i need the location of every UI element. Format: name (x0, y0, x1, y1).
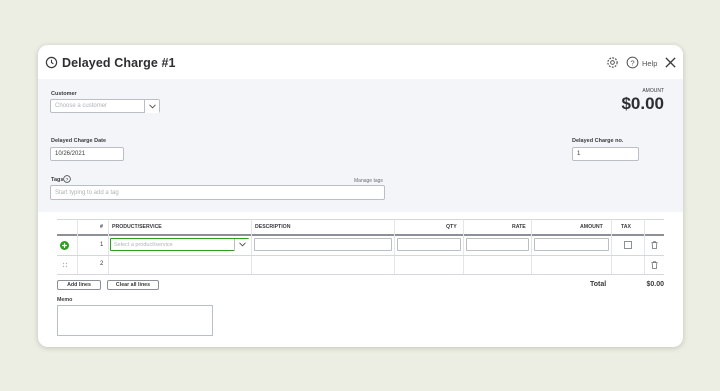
charge-no-value: 1 (577, 151, 581, 157)
total-value: $0.00 (646, 281, 664, 288)
col-divider (611, 219, 612, 275)
product-placeholder: Select a product/service (114, 241, 173, 248)
col-divider (251, 219, 252, 275)
col-header-description: DESCRIPTION (255, 224, 291, 230)
date-field[interactable]: 10/26/2021 (50, 147, 124, 161)
customer-label: Customer (51, 91, 77, 97)
manage-tags-link[interactable]: Manage tags (354, 178, 383, 184)
svg-text:?: ? (66, 177, 69, 183)
amount-input[interactable] (534, 238, 609, 251)
tags-placeholder: Start typing to add a tag (55, 189, 119, 196)
drag-handle-icon[interactable] (62, 262, 68, 268)
product-dropdown[interactable] (234, 238, 249, 251)
product-select[interactable]: Select a product/service (110, 238, 249, 251)
col-header-tax: TAX (621, 224, 631, 230)
col-divider (394, 219, 395, 275)
trash-icon[interactable] (651, 241, 658, 249)
col-divider (463, 219, 464, 275)
tax-checkbox[interactable] (624, 241, 632, 249)
header-rule (57, 234, 664, 236)
amount-value: $0.00 (621, 94, 664, 113)
customer-dropdown[interactable] (144, 99, 159, 113)
charge-no-field[interactable]: 1 (572, 147, 639, 161)
close-icon[interactable] (664, 56, 677, 69)
row-rule (57, 274, 664, 275)
tags-input[interactable]: Start typing to add a tag (50, 185, 385, 200)
col-header-rate: RATE (512, 224, 526, 230)
total-label: Total (590, 281, 607, 288)
gear-icon[interactable] (606, 56, 619, 69)
description-input[interactable] (254, 238, 392, 251)
recurring-icon (45, 56, 58, 69)
row-rule (57, 255, 664, 256)
title-bar: Delayed Charge #1 ? Help (38, 45, 683, 79)
col-header-num: # (100, 224, 103, 230)
date-value: 10/26/2021 (55, 151, 86, 157)
help-label[interactable]: Help (642, 59, 657, 68)
row-number: 1 (100, 242, 104, 248)
customer-placeholder: Choose a customer (55, 103, 108, 109)
memo-textarea[interactable] (57, 305, 213, 336)
rate-input[interactable] (466, 238, 529, 251)
clear-all-lines-button[interactable]: Clear all lines (107, 280, 159, 290)
chevron-down-icon (238, 242, 246, 247)
tags-help-icon[interactable]: ? (63, 175, 71, 183)
table-top-rule (57, 219, 664, 220)
chevron-down-icon (148, 103, 156, 109)
col-divider (531, 219, 532, 275)
add-line-icon[interactable] (60, 241, 69, 250)
col-divider (644, 219, 645, 275)
svg-text:?: ? (630, 58, 634, 67)
col-header-qty: QTY (446, 224, 457, 230)
qty-input[interactable] (397, 238, 461, 251)
trash-icon[interactable] (651, 261, 658, 269)
page-title: Delayed Charge #1 (62, 56, 176, 70)
help-icon[interactable]: ? (626, 56, 639, 69)
col-header-amount: AMOUNT (580, 224, 603, 230)
row-number: 2 (100, 261, 104, 267)
date-label: Delayed Charge Date (51, 138, 107, 144)
col-header-product: PRODUCT/SERVICE (112, 224, 162, 230)
memo-label: Memo (57, 297, 73, 303)
tags-label: Tags (51, 177, 64, 183)
add-lines-button[interactable]: Add lines (57, 280, 101, 290)
col-divider (108, 219, 109, 275)
charge-no-label: Delayed Charge no. (572, 138, 624, 144)
delayed-charge-window: Delayed Charge #1 ? Help Customer Choose… (38, 45, 683, 347)
col-divider (77, 219, 78, 275)
